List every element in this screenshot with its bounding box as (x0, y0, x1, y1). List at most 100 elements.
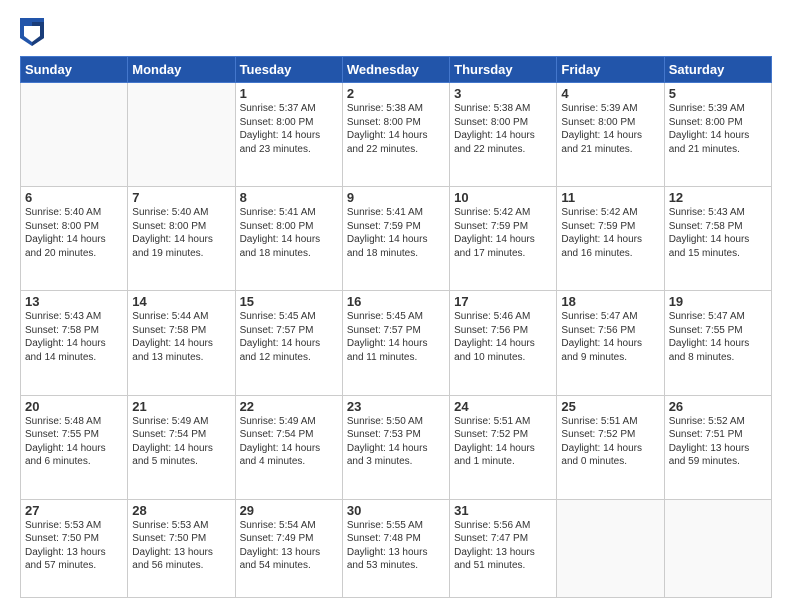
day-info: Sunrise: 5:38 AM Sunset: 8:00 PM Dayligh… (454, 102, 552, 156)
calendar-cell: 26Sunrise: 5:52 AM Sunset: 7:51 PM Dayli… (664, 395, 771, 499)
day-info: Sunrise: 5:49 AM Sunset: 7:54 PM Dayligh… (240, 415, 338, 469)
day-info: Sunrise: 5:43 AM Sunset: 7:58 PM Dayligh… (669, 206, 767, 260)
day-info: Sunrise: 5:45 AM Sunset: 7:57 PM Dayligh… (240, 310, 338, 364)
day-number: 23 (347, 399, 445, 414)
calendar-cell: 9Sunrise: 5:41 AM Sunset: 7:59 PM Daylig… (342, 187, 449, 291)
day-info: Sunrise: 5:37 AM Sunset: 8:00 PM Dayligh… (240, 102, 338, 156)
day-info: Sunrise: 5:53 AM Sunset: 7:50 PM Dayligh… (25, 519, 123, 573)
day-info: Sunrise: 5:39 AM Sunset: 8:00 PM Dayligh… (669, 102, 767, 156)
day-info: Sunrise: 5:47 AM Sunset: 7:56 PM Dayligh… (561, 310, 659, 364)
day-info: Sunrise: 5:51 AM Sunset: 7:52 PM Dayligh… (561, 415, 659, 469)
calendar-cell: 16Sunrise: 5:45 AM Sunset: 7:57 PM Dayli… (342, 291, 449, 395)
calendar-cell: 21Sunrise: 5:49 AM Sunset: 7:54 PM Dayli… (128, 395, 235, 499)
day-number: 21 (132, 399, 230, 414)
calendar-cell: 7Sunrise: 5:40 AM Sunset: 8:00 PM Daylig… (128, 187, 235, 291)
calendar-cell: 4Sunrise: 5:39 AM Sunset: 8:00 PM Daylig… (557, 83, 664, 187)
day-info: Sunrise: 5:42 AM Sunset: 7:59 PM Dayligh… (561, 206, 659, 260)
calendar-cell: 17Sunrise: 5:46 AM Sunset: 7:56 PM Dayli… (450, 291, 557, 395)
day-info: Sunrise: 5:41 AM Sunset: 7:59 PM Dayligh… (347, 206, 445, 260)
calendar-cell: 18Sunrise: 5:47 AM Sunset: 7:56 PM Dayli… (557, 291, 664, 395)
day-number: 2 (347, 86, 445, 101)
day-info: Sunrise: 5:43 AM Sunset: 7:58 PM Dayligh… (25, 310, 123, 364)
calendar-cell: 15Sunrise: 5:45 AM Sunset: 7:57 PM Dayli… (235, 291, 342, 395)
calendar-table: SundayMondayTuesdayWednesdayThursdayFrid… (20, 56, 772, 598)
calendar-cell: 3Sunrise: 5:38 AM Sunset: 8:00 PM Daylig… (450, 83, 557, 187)
day-info: Sunrise: 5:55 AM Sunset: 7:48 PM Dayligh… (347, 519, 445, 573)
day-info: Sunrise: 5:41 AM Sunset: 8:00 PM Dayligh… (240, 206, 338, 260)
calendar-cell: 20Sunrise: 5:48 AM Sunset: 7:55 PM Dayli… (21, 395, 128, 499)
calendar-cell: 11Sunrise: 5:42 AM Sunset: 7:59 PM Dayli… (557, 187, 664, 291)
day-number: 31 (454, 503, 552, 518)
calendar-week-row: 6Sunrise: 5:40 AM Sunset: 8:00 PM Daylig… (21, 187, 772, 291)
calendar-cell: 12Sunrise: 5:43 AM Sunset: 7:58 PM Dayli… (664, 187, 771, 291)
day-number: 26 (669, 399, 767, 414)
weekday-header-wednesday: Wednesday (342, 57, 449, 83)
day-number: 28 (132, 503, 230, 518)
day-info: Sunrise: 5:44 AM Sunset: 7:58 PM Dayligh… (132, 310, 230, 364)
calendar-cell: 19Sunrise: 5:47 AM Sunset: 7:55 PM Dayli… (664, 291, 771, 395)
day-number: 24 (454, 399, 552, 414)
day-info: Sunrise: 5:56 AM Sunset: 7:47 PM Dayligh… (454, 519, 552, 573)
calendar-cell: 22Sunrise: 5:49 AM Sunset: 7:54 PM Dayli… (235, 395, 342, 499)
day-info: Sunrise: 5:50 AM Sunset: 7:53 PM Dayligh… (347, 415, 445, 469)
weekday-header-tuesday: Tuesday (235, 57, 342, 83)
day-info: Sunrise: 5:42 AM Sunset: 7:59 PM Dayligh… (454, 206, 552, 260)
day-number: 14 (132, 294, 230, 309)
page: SundayMondayTuesdayWednesdayThursdayFrid… (0, 0, 792, 612)
day-number: 11 (561, 190, 659, 205)
day-info: Sunrise: 5:54 AM Sunset: 7:49 PM Dayligh… (240, 519, 338, 573)
day-number: 4 (561, 86, 659, 101)
day-number: 5 (669, 86, 767, 101)
day-number: 17 (454, 294, 552, 309)
day-info: Sunrise: 5:47 AM Sunset: 7:55 PM Dayligh… (669, 310, 767, 364)
day-number: 3 (454, 86, 552, 101)
day-number: 20 (25, 399, 123, 414)
day-info: Sunrise: 5:40 AM Sunset: 8:00 PM Dayligh… (25, 206, 123, 260)
day-info: Sunrise: 5:51 AM Sunset: 7:52 PM Dayligh… (454, 415, 552, 469)
calendar-cell: 31Sunrise: 5:56 AM Sunset: 7:47 PM Dayli… (450, 499, 557, 597)
day-number: 15 (240, 294, 338, 309)
day-info: Sunrise: 5:40 AM Sunset: 8:00 PM Dayligh… (132, 206, 230, 260)
weekday-header-saturday: Saturday (664, 57, 771, 83)
day-number: 22 (240, 399, 338, 414)
day-number: 1 (240, 86, 338, 101)
day-number: 29 (240, 503, 338, 518)
day-number: 7 (132, 190, 230, 205)
calendar-week-row: 20Sunrise: 5:48 AM Sunset: 7:55 PM Dayli… (21, 395, 772, 499)
calendar-cell: 6Sunrise: 5:40 AM Sunset: 8:00 PM Daylig… (21, 187, 128, 291)
calendar-cell: 30Sunrise: 5:55 AM Sunset: 7:48 PM Dayli… (342, 499, 449, 597)
calendar-cell (664, 499, 771, 597)
calendar-cell: 23Sunrise: 5:50 AM Sunset: 7:53 PM Dayli… (342, 395, 449, 499)
calendar-cell (128, 83, 235, 187)
day-info: Sunrise: 5:46 AM Sunset: 7:56 PM Dayligh… (454, 310, 552, 364)
calendar-cell: 1Sunrise: 5:37 AM Sunset: 8:00 PM Daylig… (235, 83, 342, 187)
calendar-cell: 5Sunrise: 5:39 AM Sunset: 8:00 PM Daylig… (664, 83, 771, 187)
weekday-header-sunday: Sunday (21, 57, 128, 83)
calendar-week-row: 13Sunrise: 5:43 AM Sunset: 7:58 PM Dayli… (21, 291, 772, 395)
day-info: Sunrise: 5:49 AM Sunset: 7:54 PM Dayligh… (132, 415, 230, 469)
weekday-header-friday: Friday (557, 57, 664, 83)
day-number: 19 (669, 294, 767, 309)
weekday-header-thursday: Thursday (450, 57, 557, 83)
day-info: Sunrise: 5:39 AM Sunset: 8:00 PM Dayligh… (561, 102, 659, 156)
day-info: Sunrise: 5:45 AM Sunset: 7:57 PM Dayligh… (347, 310, 445, 364)
calendar-cell: 24Sunrise: 5:51 AM Sunset: 7:52 PM Dayli… (450, 395, 557, 499)
day-number: 30 (347, 503, 445, 518)
calendar-cell: 10Sunrise: 5:42 AM Sunset: 7:59 PM Dayli… (450, 187, 557, 291)
day-number: 10 (454, 190, 552, 205)
day-info: Sunrise: 5:38 AM Sunset: 8:00 PM Dayligh… (347, 102, 445, 156)
weekday-header-monday: Monday (128, 57, 235, 83)
calendar-cell (557, 499, 664, 597)
day-info: Sunrise: 5:48 AM Sunset: 7:55 PM Dayligh… (25, 415, 123, 469)
day-number: 25 (561, 399, 659, 414)
calendar-cell: 25Sunrise: 5:51 AM Sunset: 7:52 PM Dayli… (557, 395, 664, 499)
logo (20, 18, 50, 46)
calendar-week-row: 27Sunrise: 5:53 AM Sunset: 7:50 PM Dayli… (21, 499, 772, 597)
day-number: 16 (347, 294, 445, 309)
calendar-cell: 29Sunrise: 5:54 AM Sunset: 7:49 PM Dayli… (235, 499, 342, 597)
day-number: 27 (25, 503, 123, 518)
calendar-cell: 14Sunrise: 5:44 AM Sunset: 7:58 PM Dayli… (128, 291, 235, 395)
header (20, 18, 772, 46)
calendar-week-row: 1Sunrise: 5:37 AM Sunset: 8:00 PM Daylig… (21, 83, 772, 187)
calendar-cell: 28Sunrise: 5:53 AM Sunset: 7:50 PM Dayli… (128, 499, 235, 597)
